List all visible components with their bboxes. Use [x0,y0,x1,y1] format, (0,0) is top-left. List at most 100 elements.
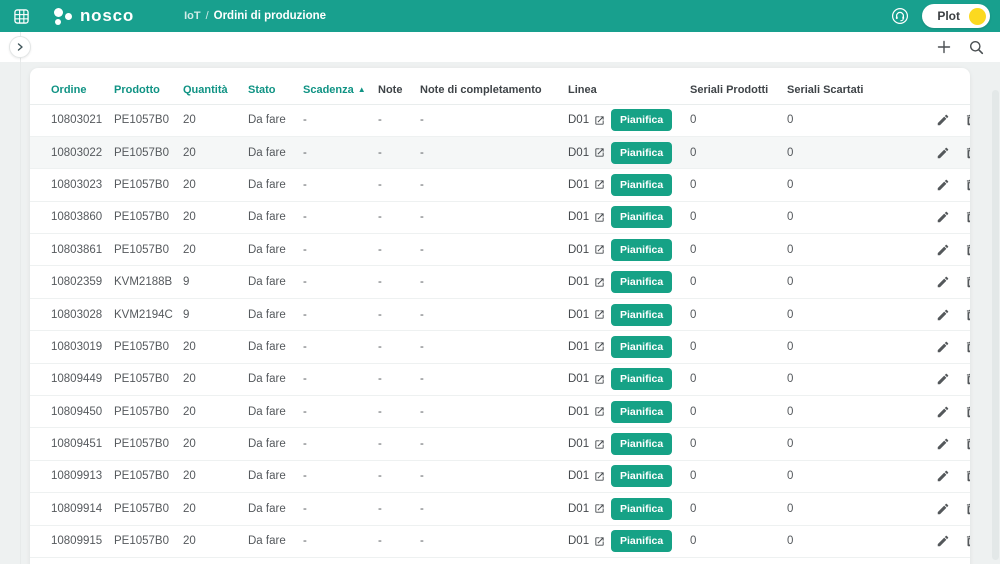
cell-note-completamento: - [420,168,568,202]
cell-note-completamento: - [420,395,568,429]
pianifica-button[interactable]: Pianifica [611,433,673,456]
line-link[interactable]: D01 [568,276,605,288]
column-header-stato[interactable]: Stato [248,68,303,105]
delete-button[interactable] [964,437,970,451]
apps-grid-icon[interactable] [10,5,32,27]
add-button[interactable] [936,39,952,55]
cell-seriali-prodotti: 0 [690,104,787,137]
external-link-icon [595,375,604,384]
cell-pianifica: Pianifica [611,136,690,170]
pianifica-button[interactable]: Pianifica [611,368,673,391]
cell-stato: Da fare [248,298,303,332]
delete-button[interactable] [964,113,970,127]
line-link[interactable]: D01 [568,211,605,223]
edit-button[interactable] [936,405,950,419]
cell-seriali-scartati: 0 [787,492,925,526]
pencil-icon [937,244,949,255]
search-button[interactable] [968,39,984,55]
edit-button[interactable] [936,469,950,483]
cell-actions [925,460,970,494]
delete-button[interactable] [964,469,970,483]
edit-button[interactable] [936,308,950,322]
edit-button[interactable] [936,534,950,548]
plot-toggle-button[interactable]: Plot [922,4,990,28]
edit-button[interactable] [936,372,950,386]
delete-button[interactable] [964,308,970,322]
cell-pianifica: Pianifica [611,395,690,429]
support-headset-icon[interactable] [890,6,910,26]
delete-button[interactable] [964,243,970,257]
pianifica-button[interactable]: Pianifica [611,303,673,326]
edit-button[interactable] [936,113,950,127]
pencil-icon [937,536,949,547]
edit-button[interactable] [936,210,950,224]
delete-button[interactable] [964,275,970,289]
trash-icon [967,244,970,255]
delete-button[interactable] [964,405,970,419]
pianifica-button[interactable]: Pianifica [611,530,673,553]
line-link[interactable]: D01 [568,114,605,126]
column-header-ordine[interactable]: Ordine [30,68,114,105]
edit-button[interactable] [936,437,950,451]
cell-quantita: 20 [183,427,248,461]
line-link[interactable]: D01 [568,341,605,353]
pianifica-button[interactable]: Pianifica [611,335,673,358]
external-link-icon [595,310,604,319]
delete-button[interactable] [964,534,970,548]
pianifica-button[interactable]: Pianifica [611,173,673,196]
cell-prodotto: PE1057B0 [114,460,183,494]
edit-button[interactable] [936,243,950,257]
line-link[interactable]: D01 [568,406,605,418]
cell-ordine: 10809913 [30,460,114,494]
delete-button[interactable] [964,372,970,386]
nosco-logo[interactable]: nosco [54,6,134,26]
cell-linea: D01 [568,395,611,429]
edit-button[interactable] [936,275,950,289]
vertical-scrollbar[interactable] [992,90,999,560]
pencil-icon [937,503,949,515]
line-code: D01 [568,146,590,159]
line-link[interactable]: D01 [568,535,605,547]
edit-button[interactable] [936,502,950,516]
pianifica-button[interactable]: Pianifica [611,141,673,164]
plot-toggle-knob[interactable] [969,7,986,25]
pianifica-button[interactable]: Pianifica [611,465,673,488]
delete-button[interactable] [964,210,970,224]
cell-scadenza: - [303,525,378,558]
line-link[interactable]: D01 [568,438,605,450]
column-header-scadenza[interactable]: Scadenza ▲ [303,68,378,105]
pianifica-button[interactable]: Pianifica [611,238,673,261]
cell-seriali-scartati: 0 [787,460,925,494]
column-header-prodotto[interactable]: Prodotto [114,68,183,105]
cell-seriali-prodotti: 0 [690,265,787,299]
line-link[interactable]: D01 [568,503,605,515]
line-link[interactable]: D01 [568,179,605,191]
delete-button[interactable] [964,178,970,192]
pencil-icon [937,374,949,385]
line-link[interactable]: D01 [568,470,605,482]
sidebar-expand-button[interactable] [9,36,31,58]
cell-ordine: 10803022 [30,136,114,170]
pianifica-button[interactable]: Pianifica [611,109,673,132]
line-link[interactable]: D01 [568,373,605,385]
line-link[interactable]: D01 [568,244,605,256]
column-header-quantita[interactable]: Quantità [183,68,248,105]
pianifica-button[interactable]: Pianifica [611,206,673,229]
edit-button[interactable] [936,146,950,160]
line-link[interactable]: D01 [568,147,605,159]
column-header-seriali-scartati: Seriali Scartati [787,68,925,105]
delete-button[interactable] [964,146,970,160]
delete-button[interactable] [964,502,970,516]
breadcrumb-section[interactable]: IoT [184,10,201,22]
external-link-icon [595,407,604,416]
cell-prodotto: PE1057B0 [114,104,183,137]
edit-button[interactable] [936,178,950,192]
edit-button[interactable] [936,340,950,354]
pianifica-button[interactable]: Pianifica [611,400,673,423]
cell-note: - [378,233,420,267]
pianifica-button[interactable]: Pianifica [611,497,673,520]
line-link[interactable]: D01 [568,309,605,321]
delete-button[interactable] [964,340,970,354]
pianifica-button[interactable]: Pianifica [611,271,673,294]
cell-seriali-scartati: 0 [787,363,925,397]
